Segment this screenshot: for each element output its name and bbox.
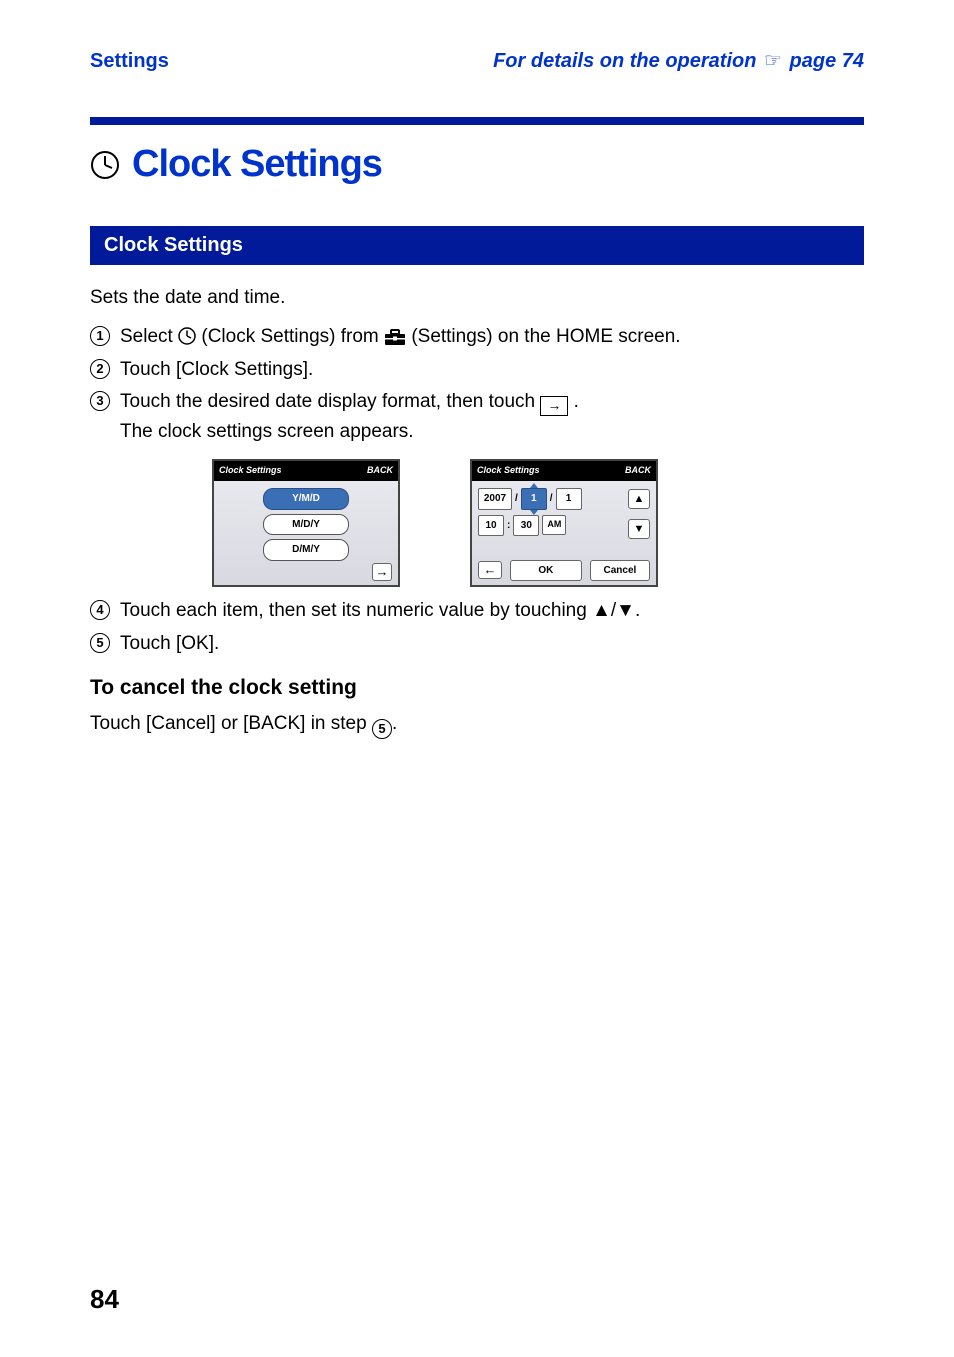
- page-number: 84: [90, 1284, 119, 1315]
- header-section: Settings: [90, 50, 169, 73]
- step-number-icon: 1: [90, 326, 110, 346]
- format-option-ymd[interactable]: Y/M/D: [263, 488, 349, 510]
- back-arrow-button[interactable]: ←: [478, 561, 502, 579]
- cancel-body-b: .: [392, 713, 397, 734]
- cancel-body: Touch [Cancel] or [BACK] in step 5.: [90, 709, 864, 739]
- page-title: Clock Settings: [132, 143, 382, 186]
- cancel-body-a: Touch [Cancel] or [BACK] in step: [90, 713, 372, 734]
- clock-icon: [178, 327, 196, 345]
- right-arrow-icon: →: [540, 396, 568, 416]
- month-field[interactable]: 1: [521, 488, 547, 510]
- step4-text: Touch each item, then set its numeric va…: [120, 596, 864, 625]
- separator: /: [550, 491, 553, 507]
- up-button[interactable]: ▲: [628, 489, 650, 509]
- format-option-dmy[interactable]: D/M/Y: [263, 539, 349, 561]
- clock-icon: [90, 150, 120, 180]
- step5-text: Touch [OK].: [120, 629, 864, 658]
- intro-text: Sets the date and time.: [90, 283, 864, 312]
- screen1-title: Clock Settings: [219, 464, 282, 478]
- separator: /: [515, 491, 518, 507]
- down-button[interactable]: ▼: [628, 519, 650, 539]
- cancel-button[interactable]: Cancel: [590, 560, 650, 582]
- step-4: 4 Touch each item, then set its numeric …: [90, 596, 864, 625]
- step-3: 3 Touch the desired date display format,…: [90, 387, 864, 446]
- step1-text-b: (Clock Settings) from: [201, 326, 384, 347]
- step-1: 1 Select (Clock Settings) from (Settings…: [90, 322, 864, 351]
- separator: :: [507, 518, 510, 534]
- pointer-icon: ☞: [764, 48, 782, 73]
- step-number-icon: 2: [90, 359, 110, 379]
- format-option-mdy[interactable]: M/D/Y: [263, 514, 349, 536]
- step3-text-b: .: [574, 391, 579, 412]
- step-number-icon: 3: [90, 391, 110, 411]
- screenshot-clock-set: Clock Settings BACK 2007 / 1 / 1 10 : 30…: [470, 459, 658, 587]
- step-2: 2 Touch [Clock Settings].: [90, 355, 864, 384]
- step3-line2: The clock settings screen appears.: [120, 421, 414, 442]
- divider-rule: [90, 117, 864, 125]
- header-details: For details on the operation ☞ page 74: [493, 48, 864, 73]
- step2-text: Touch [Clock Settings].: [120, 355, 864, 384]
- header-details-text: For details on the operation: [493, 50, 756, 72]
- day-field[interactable]: 1: [556, 488, 582, 510]
- subsection-bar: Clock Settings: [90, 226, 864, 265]
- cancel-subheading: To cancel the clock setting: [90, 672, 864, 705]
- hour-field[interactable]: 10: [478, 515, 504, 537]
- year-field[interactable]: 2007: [478, 488, 512, 510]
- step1-text-a: Select: [120, 326, 178, 347]
- next-arrow-button[interactable]: →: [372, 563, 392, 581]
- screen2-back[interactable]: BACK: [625, 464, 651, 478]
- screen2-title: Clock Settings: [477, 464, 540, 478]
- header-details-page: page 74: [790, 50, 864, 72]
- ok-button[interactable]: OK: [510, 560, 582, 582]
- step-5: 5 Touch [OK].: [90, 629, 864, 658]
- screen1-back[interactable]: BACK: [367, 464, 393, 478]
- screenshot-format-select: Clock Settings BACK Y/M/D M/D/Y D/M/Y →: [212, 459, 400, 587]
- step-number-icon: 5: [372, 719, 392, 739]
- minute-field[interactable]: 30: [513, 515, 539, 537]
- step-number-icon: 4: [90, 600, 110, 620]
- step1-text-c: (Settings) on the HOME screen.: [411, 326, 680, 347]
- step3-text-a: Touch the desired date display format, t…: [120, 391, 540, 412]
- toolbox-icon: [384, 328, 406, 346]
- ampm-field[interactable]: AM: [542, 515, 566, 535]
- step-number-icon: 5: [90, 633, 110, 653]
